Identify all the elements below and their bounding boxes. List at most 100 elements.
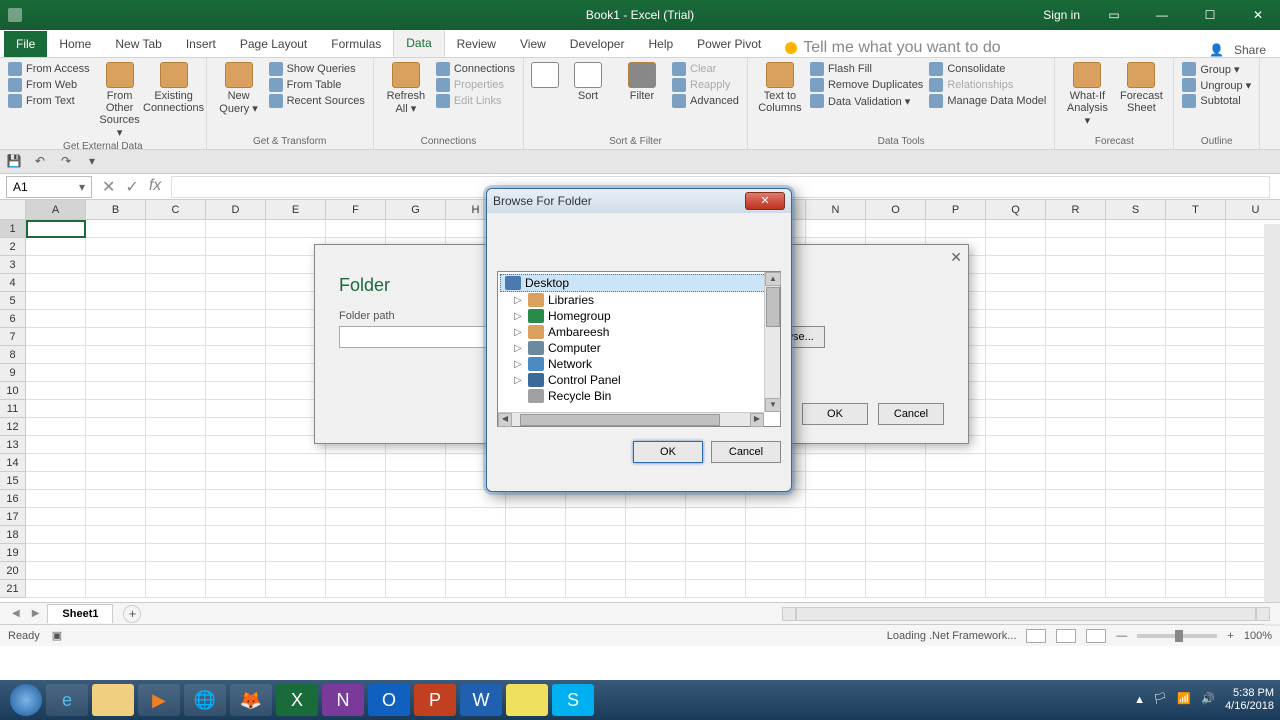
row-header[interactable]: 9 xyxy=(0,364,26,382)
tray-expand-icon[interactable]: ▲ xyxy=(1134,694,1145,706)
cell[interactable] xyxy=(1106,328,1166,346)
cell[interactable] xyxy=(806,580,866,598)
cell[interactable] xyxy=(26,292,86,310)
clear-button[interactable]: Clear xyxy=(672,62,739,76)
cell[interactable] xyxy=(986,562,1046,580)
cell[interactable] xyxy=(146,364,206,382)
cell[interactable] xyxy=(26,436,86,454)
flash-fill-button[interactable]: Flash Fill xyxy=(810,62,923,76)
cell[interactable] xyxy=(146,454,206,472)
cell[interactable] xyxy=(146,346,206,364)
undo-icon[interactable]: ↶ xyxy=(32,154,48,170)
cell[interactable] xyxy=(986,490,1046,508)
cell[interactable] xyxy=(86,580,146,598)
cell[interactable] xyxy=(146,580,206,598)
cell[interactable] xyxy=(86,490,146,508)
row-header[interactable]: 17 xyxy=(0,508,26,526)
cell[interactable] xyxy=(326,526,386,544)
cell[interactable] xyxy=(86,418,146,436)
cell[interactable] xyxy=(266,490,326,508)
excel-taskbar-icon[interactable]: X xyxy=(276,684,318,716)
cell[interactable] xyxy=(26,328,86,346)
cell[interactable] xyxy=(1106,436,1166,454)
column-header[interactable]: E xyxy=(266,200,326,220)
cell[interactable] xyxy=(1166,238,1226,256)
text-to-columns-button[interactable]: Text to Columns xyxy=(756,62,804,114)
cell[interactable] xyxy=(26,526,86,544)
row-header[interactable]: 13 xyxy=(0,436,26,454)
cell[interactable] xyxy=(266,472,326,490)
cell[interactable] xyxy=(986,220,1046,238)
hscroll-left[interactable] xyxy=(782,607,796,621)
cell[interactable] xyxy=(806,526,866,544)
explorer-icon[interactable] xyxy=(92,684,134,716)
cell[interactable] xyxy=(866,544,926,562)
cell[interactable] xyxy=(266,508,326,526)
cell[interactable] xyxy=(1046,490,1106,508)
cell[interactable] xyxy=(1106,526,1166,544)
cell[interactable] xyxy=(1046,436,1106,454)
cell[interactable] xyxy=(1046,526,1106,544)
properties-button[interactable]: Properties xyxy=(436,78,515,92)
close-button[interactable]: ✕ xyxy=(1244,8,1272,22)
tree-vscroll[interactable]: ▲ ▼ xyxy=(764,272,780,412)
cell[interactable] xyxy=(326,490,386,508)
zoom-in-icon[interactable]: + xyxy=(1227,630,1233,642)
cell[interactable] xyxy=(866,472,926,490)
column-header[interactable]: T xyxy=(1166,200,1226,220)
folder-cancel-button[interactable]: Cancel xyxy=(878,403,944,425)
cell[interactable] xyxy=(626,562,686,580)
cell[interactable] xyxy=(986,364,1046,382)
action-center-icon[interactable]: 🏳 xyxy=(1153,692,1169,708)
maximize-button[interactable]: ☐ xyxy=(1196,8,1224,22)
browse-ok-button[interactable]: OK xyxy=(633,441,703,463)
cell[interactable] xyxy=(1106,220,1166,238)
redo-icon[interactable]: ↷ xyxy=(58,154,74,170)
wmp-icon[interactable]: ▶ xyxy=(138,684,180,716)
word-icon[interactable]: W xyxy=(460,684,502,716)
cell[interactable] xyxy=(1166,328,1226,346)
cell[interactable] xyxy=(1106,580,1166,598)
cell[interactable] xyxy=(566,580,626,598)
cell[interactable] xyxy=(26,472,86,490)
cell[interactable] xyxy=(26,418,86,436)
cell[interactable] xyxy=(1166,292,1226,310)
cell[interactable] xyxy=(1166,382,1226,400)
cell[interactable] xyxy=(326,454,386,472)
cell[interactable] xyxy=(446,490,506,508)
tree-hscroll[interactable]: ◀ ▶ xyxy=(498,412,764,426)
cell[interactable] xyxy=(386,562,446,580)
cell[interactable] xyxy=(506,526,566,544)
cell[interactable] xyxy=(386,490,446,508)
tab-powerpivot[interactable]: Power Pivot xyxy=(685,31,773,57)
cell[interactable] xyxy=(326,580,386,598)
cell[interactable] xyxy=(1166,418,1226,436)
cell[interactable] xyxy=(986,292,1046,310)
tree-hscroll-track[interactable] xyxy=(512,413,750,426)
cell[interactable] xyxy=(86,400,146,418)
cell[interactable] xyxy=(746,580,806,598)
tree-hscroll-right-icon[interactable]: ▶ xyxy=(750,413,764,427)
cell[interactable] xyxy=(326,472,386,490)
cell[interactable] xyxy=(926,454,986,472)
cell[interactable] xyxy=(206,418,266,436)
cell[interactable] xyxy=(146,418,206,436)
cell[interactable] xyxy=(86,436,146,454)
browse-close-button[interactable]: ✕ xyxy=(745,192,785,210)
cell[interactable] xyxy=(1166,310,1226,328)
cell[interactable] xyxy=(1046,364,1106,382)
cell[interactable] xyxy=(806,472,866,490)
cell[interactable] xyxy=(86,544,146,562)
cell[interactable] xyxy=(626,490,686,508)
cell[interactable] xyxy=(1166,256,1226,274)
cell[interactable] xyxy=(146,490,206,508)
tab-file[interactable]: File xyxy=(4,31,47,57)
volume-icon[interactable]: 🔊 xyxy=(1201,692,1217,708)
expander-icon[interactable]: ▷ xyxy=(514,311,524,322)
column-header[interactable]: C xyxy=(146,200,206,220)
cell[interactable] xyxy=(986,310,1046,328)
cell[interactable] xyxy=(1046,382,1106,400)
zoom-out-icon[interactable]: — xyxy=(1116,630,1127,642)
hscroll-track[interactable] xyxy=(796,607,1256,621)
expander-icon[interactable]: ▷ xyxy=(514,295,524,306)
